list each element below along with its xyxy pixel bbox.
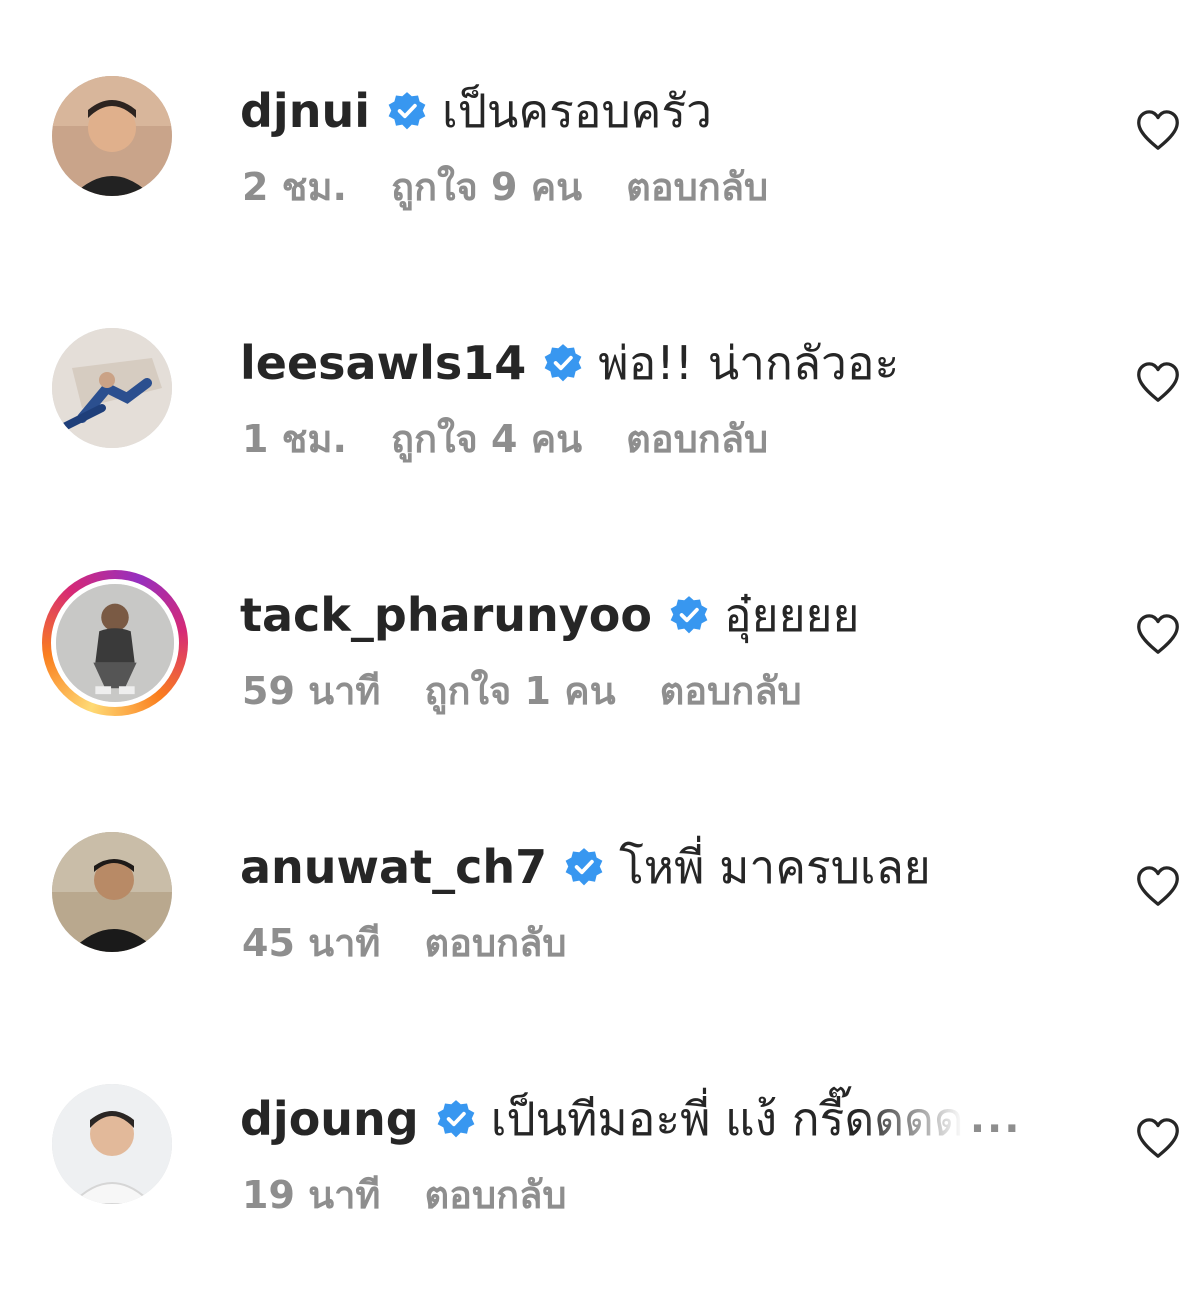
username-link[interactable]: leesawls14 <box>240 328 526 398</box>
comment-line: leesawls14 พ่อ!! น่ากลัวอะ <box>240 328 899 398</box>
comment-meta: 45 นาที ตอบกลับ <box>242 914 611 970</box>
heart-outline-icon[interactable] <box>1135 864 1181 908</box>
profile-photo <box>51 579 179 707</box>
comment-meta: 59 นาที ถูกใจ 1 คน ตอบกลับ <box>242 662 846 718</box>
verified-badge-icon <box>668 594 710 636</box>
comment-line: djnui เป็นครอบครัว <box>240 76 712 146</box>
heart-outline-icon[interactable] <box>1135 1116 1181 1160</box>
comment-time: 19 นาที <box>242 1172 381 1217</box>
comment-time: 2 ชม. <box>242 164 347 209</box>
username-link[interactable]: djoung <box>240 1084 419 1154</box>
verified-badge-icon <box>386 90 428 132</box>
comment-line: djoung เป็นทีมอะพี่ แง้ กรี๊ดดดด ... <box>240 1084 1021 1154</box>
comment-line: tack_pharunyoo อุ๋ยยยย <box>240 580 859 650</box>
likes-count-link[interactable]: ถูกใจ 1 คน <box>424 660 615 721</box>
comment-item: leesawls14 พ่อ!! น่ากลัวอะ 1 ชม. ถูกใจ 4… <box>0 328 1200 528</box>
verified-badge-icon <box>435 1098 477 1140</box>
comment-time: 45 นาที <box>242 920 381 965</box>
comment-text: โหพี่ มาครบเลย <box>619 840 931 894</box>
reply-button[interactable]: ตอบกลับ <box>626 408 768 469</box>
avatar[interactable] <box>52 76 172 196</box>
comment-line: anuwat_ch7 โหพี่ มาครบเลย <box>240 832 931 902</box>
comment-meta: 19 นาที ตอบกลับ <box>242 1166 611 1222</box>
comment-text: อุ๋ยยยย <box>723 588 860 642</box>
comment-meta: 2 ชม. ถูกใจ 9 คน ตอบกลับ <box>242 158 812 214</box>
heart-outline-icon[interactable] <box>1135 360 1181 404</box>
avatar-story-ring[interactable] <box>42 570 188 716</box>
comment-item: tack_pharunyoo อุ๋ยยยย 59 นาที ถูกใจ 1 ค… <box>0 570 1200 780</box>
comment-text: พ่อ!! น่ากลัวอะ <box>598 336 900 390</box>
likes-count-link[interactable]: ถูกใจ 9 คน <box>391 156 582 217</box>
reply-button[interactable]: ตอบกลับ <box>424 912 566 973</box>
username-link[interactable]: anuwat_ch7 <box>240 832 547 902</box>
avatar[interactable] <box>52 832 172 952</box>
avatar[interactable] <box>52 328 172 448</box>
profile-photo <box>52 832 172 952</box>
heart-outline-icon[interactable] <box>1135 612 1181 656</box>
username-link[interactable]: tack_pharunyoo <box>240 580 652 650</box>
verified-badge-icon <box>542 342 584 384</box>
comment-item: djoung เป็นทีมอะพี่ แง้ กรี๊ดดดด ... 19 … <box>0 1084 1200 1284</box>
username-link[interactable]: djnui <box>240 76 370 146</box>
profile-photo <box>52 76 172 196</box>
comment-meta: 1 ชม. ถูกใจ 4 คน ตอบกลับ <box>242 410 812 466</box>
comment-item: djnui เป็นครอบครัว 2 ชม. ถูกใจ 9 คน ตอบก… <box>0 76 1200 276</box>
reply-button[interactable]: ตอบกลับ <box>424 1164 566 1225</box>
likes-count-link[interactable]: ถูกใจ 4 คน <box>391 408 582 469</box>
comment-time: 59 นาที <box>242 668 381 713</box>
reply-button[interactable]: ตอบกลับ <box>660 660 802 721</box>
comment-time: 1 ชม. <box>242 416 347 461</box>
reply-button[interactable]: ตอบกลับ <box>626 156 768 217</box>
comment-item: anuwat_ch7 โหพี่ มาครบเลย 45 นาที ตอบกลั… <box>0 832 1200 1032</box>
more-button[interactable]: ... <box>970 1084 1022 1154</box>
heart-outline-icon[interactable] <box>1135 108 1181 152</box>
verified-badge-icon <box>563 846 605 888</box>
profile-photo <box>52 328 172 448</box>
avatar[interactable] <box>52 1084 172 1204</box>
comment-text: เป็นทีมอะพี่ แง้ กรี๊ดดดด <box>490 1092 964 1146</box>
comment-text: เป็นครอบครัว <box>441 84 712 138</box>
profile-photo <box>52 1084 172 1204</box>
